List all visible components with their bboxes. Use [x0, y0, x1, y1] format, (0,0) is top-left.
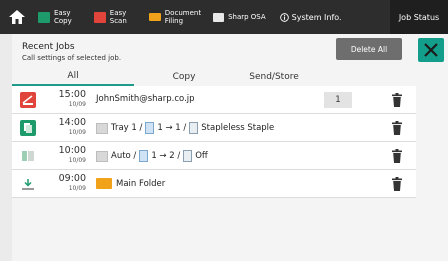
tab-send-store[interactable]: Send/Store	[234, 68, 314, 86]
folder-icon	[96, 178, 112, 189]
document-filing-button[interactable]: Document Filing	[145, 0, 205, 34]
scan-job-icon	[20, 92, 36, 108]
job-row[interactable]: 10:00 10/09 Auto / 1 → 2 / Off	[12, 142, 416, 170]
easy-copy-icon	[38, 11, 50, 23]
job-row[interactable]: 14:00 10/09 Tray 1 / 1 → 1 / Stapleless …	[12, 114, 416, 142]
job-date: 10/09	[68, 157, 86, 164]
job-time: 14:00	[58, 117, 86, 128]
close-button[interactable]	[418, 38, 444, 62]
close-icon	[424, 43, 438, 57]
job-count: 1	[324, 92, 352, 108]
job-tabs: All Copy Send/Store	[12, 68, 416, 86]
page-subtitle: Call settings of selected job.	[22, 54, 122, 62]
home-button[interactable]	[0, 0, 34, 34]
document-filing-label: Document Filing	[164, 9, 202, 25]
job-finish: Off	[195, 151, 208, 161]
page-title: Recent Jobs	[22, 42, 75, 52]
trash-icon[interactable]	[392, 121, 402, 135]
job-duplex: 1 → 1 /	[157, 123, 187, 133]
copy-job-icon	[20, 120, 36, 136]
delete-all-button[interactable]: Delete All	[336, 38, 402, 60]
trash-icon[interactable]	[392, 93, 402, 107]
document-filing-icon	[148, 13, 161, 21]
job-detail: Main Folder	[96, 178, 165, 189]
job-detail: Tray 1 / 1 → 1 / Stapleless Staple	[96, 122, 274, 134]
easy-copy-button[interactable]: Easy Copy	[34, 0, 76, 34]
job-tray: Auto /	[111, 151, 137, 161]
system-info-label: System Info.	[291, 12, 342, 22]
copy-gray-job-icon	[20, 148, 36, 164]
duplex-icon	[139, 150, 149, 162]
job-tray: Tray 1 /	[111, 123, 143, 133]
system-info-button[interactable]: System Info.	[274, 0, 348, 34]
job-list: 15:00 10/09 JohnSmith@sharp.co.jp 1 14:0…	[12, 86, 416, 198]
job-finish: Stapleless Staple	[201, 123, 275, 133]
job-row[interactable]: 09:00 10/09 Main Folder	[12, 170, 416, 198]
easy-scan-label: Easy Scan	[109, 9, 127, 25]
home-icon	[9, 10, 25, 24]
job-detail: JohnSmith@sharp.co.jp	[96, 94, 195, 104]
paper-tray-icon	[96, 122, 108, 134]
job-folder: Main Folder	[116, 178, 166, 189]
job-duplex: 1 → 2 /	[151, 151, 181, 161]
job-time: 09:00	[58, 173, 86, 184]
paper-tray-icon	[96, 150, 108, 162]
easy-scan-button[interactable]: Easy Scan	[90, 0, 131, 34]
tab-copy[interactable]: Copy	[134, 68, 234, 86]
screen: Easy Copy Easy Scan Document Filing Shar…	[0, 0, 448, 261]
job-time: 15:00	[58, 89, 86, 100]
job-status-button[interactable]: Job Status	[390, 0, 448, 34]
job-detail: Auto / 1 → 2 / Off	[96, 150, 208, 162]
sharp-osa-icon	[213, 12, 225, 22]
recent-jobs-panel: Recent Jobs Call settings of selected jo…	[12, 34, 448, 261]
staple-icon	[183, 150, 193, 162]
job-row[interactable]: 15:00 10/09 JohnSmith@sharp.co.jp 1	[12, 86, 416, 114]
duplex-icon	[145, 122, 155, 134]
tab-all[interactable]: All	[12, 68, 134, 86]
sharp-osa-label: Sharp OSA	[228, 13, 266, 21]
job-date: 10/09	[68, 101, 86, 108]
job-date: 10/09	[68, 185, 86, 192]
job-date: 10/09	[68, 129, 86, 136]
job-status-label: Job Status	[398, 12, 440, 22]
filing-job-icon	[20, 176, 36, 192]
trash-icon[interactable]	[392, 149, 402, 163]
top-bar: Easy Copy Easy Scan Document Filing Shar…	[0, 0, 448, 34]
info-icon	[279, 12, 289, 22]
job-address: JohnSmith@sharp.co.jp	[96, 94, 195, 104]
job-time: 10:00	[58, 145, 86, 156]
staple-icon	[189, 122, 199, 134]
trash-icon[interactable]	[392, 177, 402, 191]
easy-scan-icon	[93, 11, 106, 23]
easy-copy-label: Easy Copy	[54, 9, 72, 25]
sharp-osa-button[interactable]: Sharp OSA	[209, 0, 270, 34]
